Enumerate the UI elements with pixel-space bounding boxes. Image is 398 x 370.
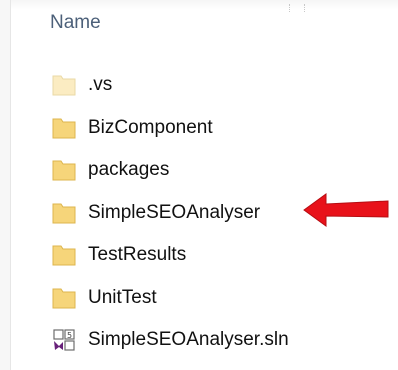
list-item-bizcomponent[interactable]: BizComponent [52,107,289,150]
column-header-name[interactable]: Name [50,12,101,34]
item-name: UnitTest [88,286,157,308]
visual-studio-solution-icon: 5 [53,329,75,351]
item-name: SimpleSEOAnalyser.sln [88,329,289,351]
navigation-pane-edge [0,0,11,370]
list-item-solution-file[interactable]: 5 SimpleSEOAnalyser.sln [52,319,289,362]
list-item-packages[interactable]: packages [52,149,289,192]
folder-icon [52,75,76,96]
list-item-vs[interactable]: .vs [52,64,289,107]
folder-icon [52,288,76,309]
item-name: TestResults [88,244,187,266]
list-item-unittest[interactable]: UnitTest [52,277,289,320]
folder-icon [52,203,76,224]
item-name: packages [88,159,170,181]
item-name: .vs [88,74,113,96]
svg-text:5: 5 [67,331,72,340]
top-edge [0,0,398,10]
folder-icon [52,160,76,181]
column-resize-handle[interactable] [289,4,305,12]
folder-icon [52,245,76,266]
list-item-testresults[interactable]: TestResults [52,234,289,277]
folder-icon [52,118,76,139]
item-name: SimpleSEOAnalyser [88,201,261,223]
red-arrow-icon [303,193,389,227]
list-item-simpleseoanalyser[interactable]: SimpleSEOAnalyser [52,192,289,235]
item-name: BizComponent [88,116,213,138]
file-list: .vs BizComponent packages SimpleSEOAnaly… [52,64,289,362]
